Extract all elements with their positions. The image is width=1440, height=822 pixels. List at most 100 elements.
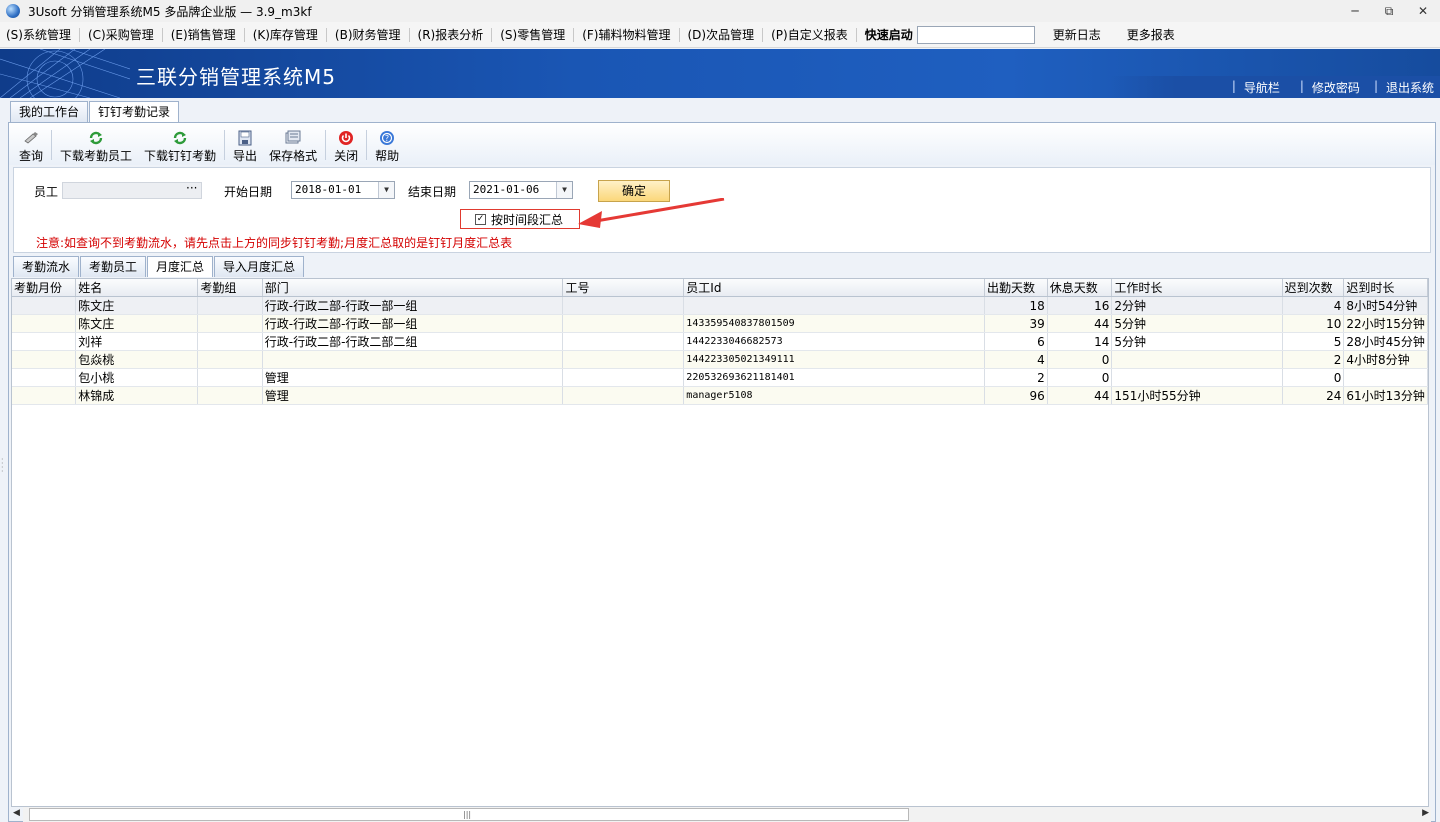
menu-sales[interactable]: (E)销售管理 — [165, 25, 242, 45]
table-cell[interactable] — [197, 386, 263, 405]
table-row[interactable]: 刘祥 行政-行政二部-行政二部二组 1442233046682573 6 14 … — [12, 332, 1428, 351]
table-row[interactable]: 陈文庄 行政-行政二部-行政一部一组 143359540837801509 39… — [12, 314, 1428, 333]
scroll-right-icon[interactable]: ▶ — [1422, 808, 1429, 818]
table-cell[interactable]: 行政-行政二部-行政一部一组 — [262, 314, 564, 333]
table-cell[interactable]: 6 — [984, 332, 1048, 351]
table-cell[interactable] — [12, 350, 77, 369]
table-cell[interactable]: manager5108 — [683, 386, 986, 405]
scroll-left-icon[interactable]: ◀ — [13, 808, 20, 818]
table-cell[interactable]: 96 — [984, 386, 1048, 405]
nav-bar-link[interactable]: 导航栏 — [1244, 79, 1280, 96]
table-cell[interactable]: 管理 — [262, 368, 564, 387]
table-cell[interactable]: 0 — [1047, 350, 1113, 369]
tab-dingtalk-attendance[interactable]: 钉钉考勤记录 — [89, 101, 180, 123]
table-cell[interactable]: 0 — [1047, 368, 1113, 387]
table-cell[interactable] — [562, 368, 685, 387]
menu-system[interactable]: (S)系统管理 — [0, 25, 77, 45]
column-header[interactable]: 考勤月份 — [12, 279, 77, 297]
table-cell[interactable]: 5分钟 — [1111, 314, 1283, 333]
column-header[interactable]: 姓名 — [75, 279, 199, 297]
table-cell[interactable] — [562, 350, 685, 369]
tab-monthly-summary[interactable]: 月度汇总 — [147, 256, 214, 277]
table-cell[interactable]: 18 — [984, 296, 1048, 315]
change-password-link[interactable]: 修改密码 — [1312, 79, 1360, 96]
table-cell[interactable]: 包焱桃 — [75, 350, 199, 369]
table-cell[interactable] — [12, 386, 77, 405]
employee-picker-button[interactable]: ··· — [186, 181, 204, 195]
menu-defective[interactable]: (D)次品管理 — [682, 25, 761, 45]
horizontal-scrollbar[interactable]: ◀ ||| ▶ — [13, 807, 1431, 822]
table-cell[interactable] — [12, 332, 77, 351]
table-cell[interactable]: 2分钟 — [1111, 296, 1283, 315]
table-cell[interactable]: 1442233046682573 — [683, 332, 986, 351]
table-cell[interactable] — [562, 332, 685, 351]
download-dingtalk-button[interactable]: 下载钉钉考勤 — [138, 125, 222, 165]
table-cell[interactable]: 14 — [1047, 332, 1113, 351]
column-header[interactable]: 工作时长 — [1111, 279, 1283, 297]
more-reports-link[interactable]: 更多报表 — [1127, 26, 1175, 43]
start-date-picker[interactable]: 2018-01-01 ▼ — [291, 181, 395, 199]
menu-custom-reports[interactable]: (P)自定义报表 — [765, 25, 854, 45]
tab-attendance-flow[interactable]: 考勤流水 — [13, 256, 80, 277]
logout-link[interactable]: 退出系统 — [1386, 79, 1434, 96]
column-header[interactable]: 考勤组 — [197, 279, 263, 297]
table-cell[interactable]: 陈文庄 — [75, 314, 199, 333]
column-header[interactable]: 迟到次数 — [1282, 279, 1345, 297]
table-cell[interactable]: 28小时45分钟 — [1343, 332, 1428, 351]
table-cell[interactable] — [12, 314, 77, 333]
tab-attendance-staff[interactable]: 考勤员工 — [80, 256, 147, 277]
column-header[interactable]: 员工Id — [683, 279, 986, 297]
table-cell[interactable]: 220532693621181401 — [683, 368, 986, 387]
table-cell[interactable]: 39 — [984, 314, 1048, 333]
table-row[interactable]: 林锦成 管理 manager5108 96 44 151小时55分钟 24 61… — [12, 386, 1428, 405]
end-date-picker[interactable]: 2021-01-06 ▼ — [469, 181, 573, 199]
table-cell[interactable] — [562, 296, 685, 315]
table-cell[interactable] — [12, 368, 77, 387]
table-cell[interactable] — [1111, 368, 1283, 387]
minimize-icon[interactable]: ─ — [1338, 0, 1372, 22]
menu-reports[interactable]: (R)报表分析 — [412, 25, 490, 45]
table-cell[interactable] — [562, 386, 685, 405]
help-button[interactable]: ? 帮助 — [369, 125, 405, 165]
update-log-link[interactable]: 更新日志 — [1053, 26, 1101, 43]
table-cell[interactable] — [197, 368, 263, 387]
table-cell[interactable] — [197, 296, 263, 315]
table-cell[interactable]: 151小时55分钟 — [1111, 386, 1283, 405]
export-button[interactable]: 导出 — [227, 125, 263, 165]
download-staff-button[interactable]: 下载考勤员工 — [54, 125, 138, 165]
table-cell[interactable]: 143359540837801509 — [683, 314, 986, 333]
table-row[interactable]: 包焱桃 144223305021349111 4 0 2 4小时8分钟 — [12, 350, 1428, 369]
dropdown-arrow-icon[interactable]: ▼ — [556, 182, 572, 198]
menu-materials[interactable]: (F)辅料物料管理 — [576, 25, 676, 45]
quick-launch-input[interactable] — [916, 25, 1035, 44]
table-cell[interactable]: 行政-行政二部-行政一部一组 — [262, 296, 564, 315]
table-cell[interactable] — [1343, 368, 1428, 387]
table-row[interactable]: 包小桃 管理 220532693621181401 2 0 0 — [12, 368, 1428, 387]
table-cell[interactable]: 管理 — [262, 386, 564, 405]
table-cell[interactable]: 22小时15分钟 — [1343, 314, 1428, 333]
table-cell[interactable] — [1111, 350, 1283, 369]
table-cell[interactable] — [197, 332, 263, 351]
table-cell[interactable]: 刘祥 — [75, 332, 199, 351]
table-cell[interactable]: 44 — [1047, 386, 1113, 405]
tab-workbench[interactable]: 我的工作台 — [10, 101, 89, 123]
table-cell[interactable]: 10 — [1282, 314, 1345, 333]
summarize-checkbox[interactable]: ✓ — [475, 213, 486, 225]
table-cell[interactable] — [683, 296, 986, 315]
table-cell[interactable]: 林锦成 — [75, 386, 199, 405]
dropdown-arrow-icon[interactable]: ▼ — [378, 182, 394, 198]
tab-import-monthly-summary[interactable]: 导入月度汇总 — [214, 256, 305, 277]
column-header[interactable]: 休息天数 — [1047, 279, 1113, 297]
table-row[interactable]: 陈文庄 行政-行政二部-行政一部一组 18 16 2分钟 4 8小时54分钟 — [12, 296, 1428, 315]
table-cell[interactable]: 2 — [1282, 350, 1345, 369]
table-cell[interactable]: 2 — [984, 368, 1048, 387]
table-cell[interactable] — [197, 350, 263, 369]
table-cell[interactable]: 陈文庄 — [75, 296, 199, 315]
table-cell[interactable]: 4小时8分钟 — [1343, 350, 1428, 369]
table-cell[interactable]: 24 — [1282, 386, 1345, 405]
menu-purchase[interactable]: (C)采购管理 — [82, 25, 160, 45]
close-window-icon[interactable]: ✕ — [1406, 0, 1440, 22]
query-button[interactable]: 查询 — [13, 125, 49, 165]
column-header[interactable]: 出勤天数 — [984, 279, 1048, 297]
table-cell[interactable]: 44 — [1047, 314, 1113, 333]
